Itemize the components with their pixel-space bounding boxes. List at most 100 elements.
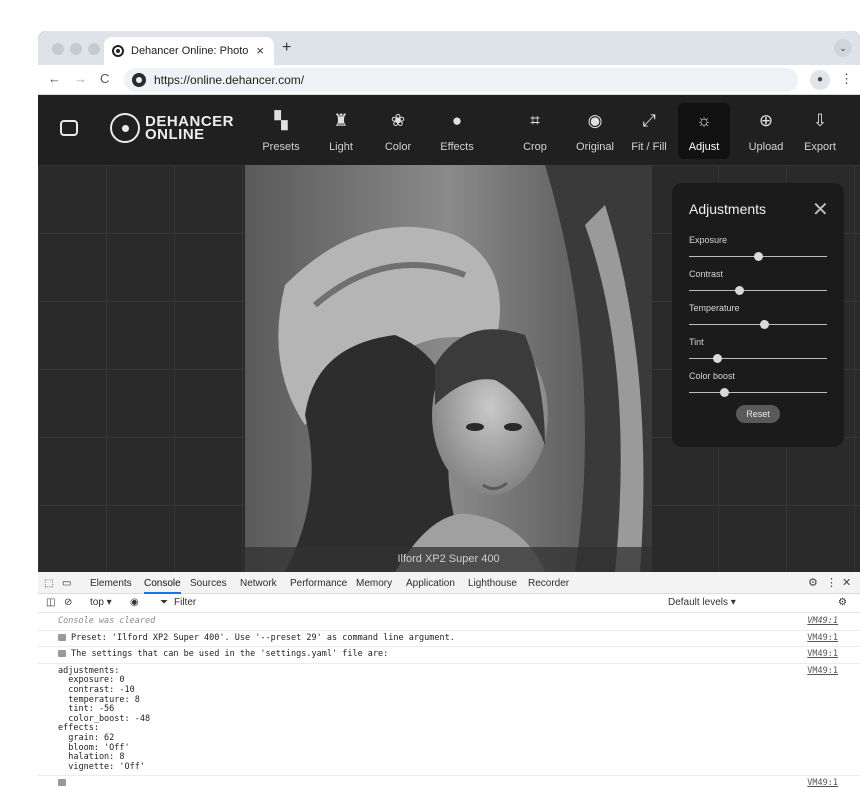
console-message-text: Console was cleared xyxy=(58,616,156,626)
close-icon[interactable]: ✕ xyxy=(812,197,829,222)
source-link[interactable]: VM49:1 xyxy=(807,633,838,644)
slider-color-boost: Color boost xyxy=(689,371,827,397)
tool-export-button[interactable]: ⇩ Export xyxy=(803,95,837,165)
tool-fit-fill-button[interactable]: ⤢ Fit / Fill xyxy=(630,95,668,165)
filter-input[interactable]: Filter xyxy=(174,597,196,608)
devtools-tab-sources[interactable]: Sources xyxy=(190,578,227,589)
light-icon: ♜ xyxy=(333,111,349,130)
slider-temperature: Temperature xyxy=(689,303,827,329)
slider-track[interactable] xyxy=(689,354,827,363)
slider-label: Temperature xyxy=(689,303,740,313)
tool-presets-button[interactable]: ▚ Presets xyxy=(259,95,303,165)
browser-tab[interactable]: Dehancer Online: Photo × xyxy=(104,37,274,65)
devtools-tab-elements[interactable]: Elements xyxy=(90,578,132,589)
site-info-icon[interactable] xyxy=(132,73,146,87)
tool-adjust-button[interactable]: ☼ Adjust xyxy=(678,103,730,159)
source-link[interactable]: VM49:1 xyxy=(807,650,838,660)
close-window-button[interactable] xyxy=(52,43,64,55)
slider-label: Color boost xyxy=(689,371,736,381)
dehancer-logo-icon xyxy=(110,113,140,143)
color-icon: ❀ xyxy=(390,111,406,130)
console-message: The settings that can be used in the 'se… xyxy=(38,647,860,664)
source-link[interactable]: VM49:1 xyxy=(807,666,838,677)
photo-preview xyxy=(245,165,652,572)
source-link[interactable]: VM49:1 xyxy=(807,616,838,627)
preset-name-label: Ilford XP2 Super 400 xyxy=(245,547,652,572)
devtools-tab-performance[interactable]: Performance xyxy=(290,578,347,589)
fit-fill-icon: ⤢ xyxy=(642,111,656,130)
tool-effects-button[interactable]: ● Effects xyxy=(436,95,478,165)
tool-original-button[interactable]: ◉ Original xyxy=(573,95,617,165)
tool-label: Original xyxy=(576,141,614,153)
slider-track[interactable] xyxy=(689,320,827,329)
sun-icon: ☼ xyxy=(696,111,712,130)
settings-icon[interactable]: ⚙ xyxy=(808,576,818,589)
slider-knob[interactable] xyxy=(712,354,722,363)
slider-tint: Tint xyxy=(689,337,827,363)
live-expression-icon[interactable]: ◉ xyxy=(130,597,139,608)
tab-close-icon[interactable]: × xyxy=(256,43,264,58)
export-icon: ⇩ xyxy=(812,111,828,130)
log-levels-select[interactable]: Default levels ▾ xyxy=(668,597,736,608)
slider-track[interactable] xyxy=(689,252,827,261)
back-button[interactable]: ← xyxy=(48,71,61,86)
tool-label: Effects xyxy=(440,141,474,153)
slider-knob[interactable] xyxy=(754,252,763,261)
forward-button[interactable]: → xyxy=(74,71,87,86)
eye-icon: ◉ xyxy=(587,111,603,130)
tool-label: Fit / Fill xyxy=(631,141,667,153)
tool-upload-button[interactable]: ⊕ Upload xyxy=(744,95,788,165)
tool-color-button[interactable]: ❀ Color xyxy=(383,95,413,165)
slider-knob[interactable] xyxy=(734,286,744,295)
console-settings-icon[interactable]: ⚙ xyxy=(838,597,847,608)
url-field[interactable]: https://online.dehancer.com/ xyxy=(124,68,798,92)
devtools-menu-icon[interactable]: ⋮ xyxy=(826,576,837,589)
device-toolbar-icon[interactable]: ▭ xyxy=(62,578,71,589)
console-message: Settings that can be used as command lin… xyxy=(38,776,860,787)
console-message-text: The settings that can be used in the 'se… xyxy=(71,649,389,660)
slider-knob[interactable] xyxy=(759,320,769,329)
effects-icon: ● xyxy=(451,111,463,130)
source-link[interactable]: VM49:1 xyxy=(807,779,838,787)
devtools-close-icon[interactable]: ✕ xyxy=(842,576,851,589)
reload-button[interactable]: C xyxy=(100,71,109,86)
devtools-tab-recorder[interactable]: Recorder xyxy=(528,578,569,589)
new-tab-button[interactable]: + xyxy=(282,39,291,57)
tool-crop-button[interactable]: ⌗ Crop xyxy=(520,95,550,165)
console-output: Console was cleared VM49:1 Preset: 'Ilford… xyxy=(38,614,860,787)
tool-label: Light xyxy=(329,141,353,153)
slider-label: Tint xyxy=(689,337,704,347)
maximize-window-button[interactable] xyxy=(88,43,100,55)
film-canister-icon: ▚ xyxy=(274,111,288,130)
slider-track[interactable] xyxy=(689,388,827,397)
console-message: Preset: 'Ilford XP2 Super 400'. Use '--p… xyxy=(38,631,860,648)
devtools-tab-application[interactable]: Application xyxy=(406,578,455,589)
devtools-tab-network[interactable]: Network xyxy=(240,578,277,589)
slider-track[interactable] xyxy=(689,286,827,295)
tool-light-button[interactable]: ♜ Light xyxy=(326,95,356,165)
tab-title: Dehancer Online: Photo xyxy=(131,45,249,57)
reset-button[interactable]: Reset xyxy=(736,405,780,423)
browser-menu-button[interactable]: ⋮ xyxy=(840,71,853,87)
adjustments-panel: Adjustments ✕ Exposure Contrast Temperatur… xyxy=(672,183,844,447)
inspect-icon[interactable]: ⬚ xyxy=(44,578,53,589)
app-logo: DEHANCER ONLINE xyxy=(145,114,234,142)
tab-search-button[interactable]: ⌄ xyxy=(834,39,852,57)
minimize-window-button[interactable] xyxy=(70,43,82,55)
clear-console-icon[interactable]: ⊘ xyxy=(64,597,72,608)
context-select[interactable]: top ▾ xyxy=(90,597,112,608)
portrait-photo-image xyxy=(245,165,652,572)
profile-icon[interactable]: ● xyxy=(810,70,830,90)
user-badge-icon[interactable] xyxy=(60,120,78,136)
slider-exposure: Exposure xyxy=(689,235,827,261)
devtools-tab-lighthouse[interactable]: Lighthouse xyxy=(468,578,517,589)
filter-icon: ⏷ xyxy=(160,597,168,608)
devtools-tabbar: ⬚ ▭ Elements Console Sources Network Perform… xyxy=(38,572,860,594)
devtools-tab-console[interactable]: Console xyxy=(144,578,181,594)
devtools-tab-memory[interactable]: Memory xyxy=(356,578,392,589)
sidebar-toggle-icon[interactable]: ◫ xyxy=(46,597,55,608)
tab-strip: Dehancer Online: Photo × + ⌄ xyxy=(38,31,860,65)
slider-knob[interactable] xyxy=(719,388,729,397)
console-message-text: adjustments: exposure: 0 contrast: -10 t… xyxy=(58,665,151,772)
slider-label: Exposure xyxy=(689,235,728,245)
